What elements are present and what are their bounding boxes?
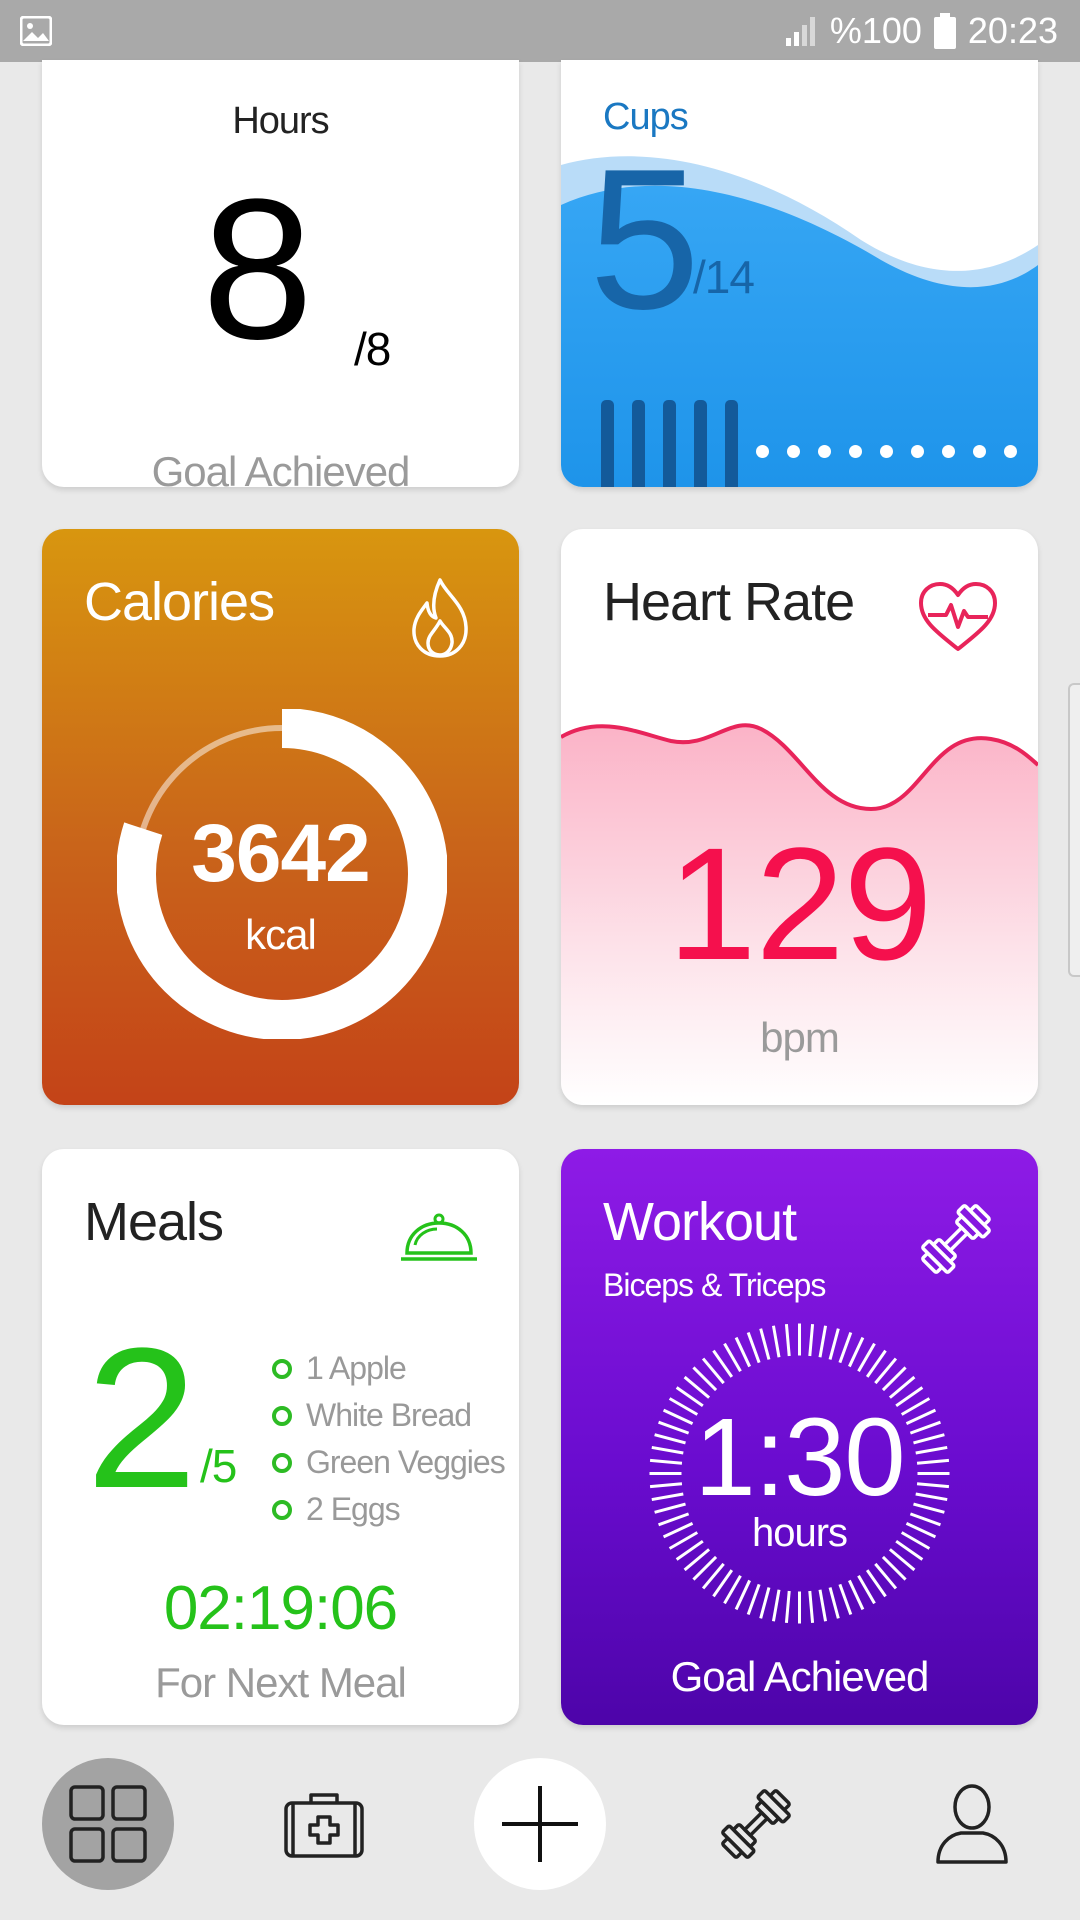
nav-medical[interactable]	[258, 1758, 390, 1890]
gallery-icon	[20, 16, 52, 46]
dial-tick	[857, 1574, 876, 1605]
calories-value: 3642	[191, 808, 370, 899]
signal-icon	[785, 17, 815, 46]
cup-filled	[663, 400, 676, 487]
dial-tick	[759, 1587, 771, 1619]
workout-status: Goal Achieved	[670, 1653, 930, 1700]
scroll-handle[interactable]	[1068, 683, 1080, 977]
cup-empty	[787, 445, 800, 458]
cup-empty	[1004, 445, 1017, 458]
workout-title: Workout	[603, 1192, 797, 1252]
dashboard-icon	[69, 1785, 147, 1863]
meals-card[interactable]: Meals 2 /5 1 Apple White Bread Green Veg…	[42, 1149, 519, 1725]
heart-rate-value: 129	[667, 814, 933, 993]
water-total: /14	[693, 251, 755, 303]
dial-tick	[848, 1336, 865, 1368]
dial-tick	[784, 1590, 791, 1624]
cup-filled	[632, 400, 645, 487]
calories-unit: kcal	[245, 911, 317, 958]
cups-indicator	[601, 400, 1017, 487]
dial-tick	[759, 1328, 771, 1360]
add-icon	[502, 1786, 578, 1862]
water-value: 5	[589, 128, 700, 351]
dial-tick	[818, 1589, 828, 1622]
dial-tick	[848, 1579, 865, 1611]
status-bar: %100 20:23	[0, 0, 1080, 62]
bullet-icon	[272, 1358, 292, 1379]
workout-unit: hours	[751, 1511, 848, 1555]
calories-card[interactable]: Calories 3642 kcal	[42, 529, 519, 1105]
dial-tick	[771, 1325, 781, 1358]
fire-icon	[412, 578, 468, 658]
dial-tick	[746, 1583, 761, 1615]
cup-empty	[880, 445, 893, 458]
meal-item: Green Veggies	[272, 1439, 506, 1486]
dial-tick	[838, 1332, 853, 1364]
workout-subtitle: Biceps & Triceps	[603, 1267, 826, 1303]
next-meal-label: For Next Meal	[155, 1659, 407, 1706]
meal-item: 2 Eggs	[272, 1486, 505, 1533]
workout-card[interactable]: Workout Biceps & Triceps 1:30 hours Goal…	[561, 1149, 1038, 1725]
cup-empty	[942, 445, 955, 458]
meals-value: 2	[86, 1307, 197, 1530]
bottom-nav	[0, 1758, 1080, 1898]
heart-rate-card[interactable]: Heart Rate 129 bpm	[561, 529, 1038, 1105]
meal-items-list: 1 Apple White Bread Green Veggies 2 Eggs	[272, 1345, 506, 1533]
sleep-label: Hours	[232, 100, 329, 142]
profile-icon	[936, 1784, 1008, 1864]
meal-item: 1 Apple	[272, 1345, 505, 1392]
dial-tick	[808, 1323, 815, 1357]
cup-empty	[973, 445, 986, 458]
dial-tick	[828, 1587, 840, 1619]
sleep-value: 8	[202, 158, 313, 381]
dial-tick	[818, 1325, 828, 1358]
calories-title: Calories	[84, 572, 275, 632]
dial-tick	[838, 1583, 853, 1615]
cloche-icon	[401, 1213, 477, 1261]
dial-tick	[857, 1342, 876, 1373]
sleep-card[interactable]: Hours 8 /8 Goal Achieved	[42, 60, 519, 487]
heart-pulse-icon	[919, 582, 997, 651]
water-card[interactable]: Cups 5 /14	[561, 60, 1038, 487]
bullet-icon	[272, 1405, 292, 1426]
dial-tick	[723, 1342, 742, 1373]
meals-title: Meals	[84, 1192, 224, 1252]
battery-icon	[933, 13, 956, 49]
meals-total: /5	[200, 1440, 237, 1492]
sleep-total: /8	[354, 323, 391, 375]
dial-tick	[771, 1589, 781, 1622]
cup-empty	[818, 445, 831, 458]
dial-tick	[746, 1332, 761, 1364]
cup-filled	[725, 400, 738, 487]
sleep-status: Goal Achieved	[151, 448, 411, 487]
nav-dashboard[interactable]	[42, 1758, 174, 1890]
battery-percent: %100	[829, 10, 922, 51]
dial-tick	[723, 1574, 742, 1605]
dial-tick	[828, 1328, 840, 1360]
cup-filled	[694, 400, 707, 487]
dumbbell-icon	[721, 1789, 791, 1859]
dial-tick	[808, 1590, 815, 1624]
meal-item: White Bread	[272, 1392, 505, 1439]
nav-workout[interactable]	[690, 1758, 822, 1890]
heart-rate-title: Heart Rate	[603, 572, 855, 632]
workout-time: 1:30	[694, 1396, 905, 1519]
add-button[interactable]	[474, 1758, 606, 1890]
heart-rate-unit: bpm	[760, 1014, 840, 1061]
nav-profile[interactable]	[906, 1758, 1038, 1890]
next-meal-countdown: 02:19:06	[163, 1574, 398, 1643]
dial-tick	[734, 1579, 751, 1611]
bullet-icon	[272, 1452, 292, 1473]
medical-kit-icon	[284, 1793, 364, 1858]
cup-empty	[849, 445, 862, 458]
cup-filled	[601, 400, 614, 487]
dial-tick	[784, 1323, 791, 1357]
dumbbell-icon	[921, 1204, 991, 1274]
dial-tick	[734, 1336, 751, 1368]
cup-empty	[756, 445, 769, 458]
cup-empty	[911, 445, 924, 458]
bullet-icon	[272, 1499, 292, 1520]
clock: 20:23	[967, 10, 1058, 51]
